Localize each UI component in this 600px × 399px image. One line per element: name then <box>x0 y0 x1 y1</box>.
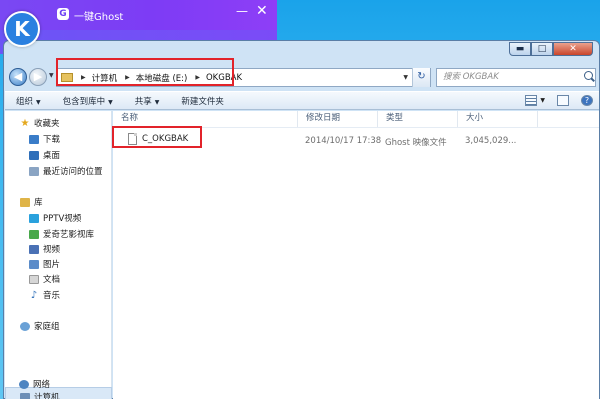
refresh-button[interactable]: ↻ <box>412 68 430 87</box>
column-header-size[interactable]: 大小 <box>458 111 538 127</box>
nav-item-pptv[interactable]: PPTV视频 <box>29 212 81 224</box>
organize-label: 组织 <box>16 96 34 107</box>
star-icon: ★ <box>20 117 30 129</box>
share-label: 共享 <box>134 96 152 107</box>
music-icon: ♪ <box>30 289 38 301</box>
nav-item-network[interactable]: 网络 <box>19 378 50 390</box>
nav-label-music: 音乐 <box>43 291 61 301</box>
search-input[interactable]: 搜索 OKGBAK <box>436 68 596 87</box>
maximize-button[interactable]: □ <box>531 42 553 56</box>
picture-icon <box>29 259 39 269</box>
nav-label-videos: 视频 <box>43 245 61 255</box>
ghost-minimize-button[interactable]: — <box>236 4 248 18</box>
explorer-window: ▬ □ ✕ ◀ ▶ ▼ ▶ 计算机 ▶ 本地磁盘 (E:) ▶ OKGBAK ▼… <box>3 40 600 399</box>
help-icon[interactable]: ? <box>581 95 593 106</box>
nav-item-downloads[interactable]: 下载 <box>29 133 60 145</box>
change-view-button[interactable]: ▼ <box>525 95 545 106</box>
minimize-button[interactable]: ▬ <box>509 42 531 56</box>
include-in-library-button[interactable]: 包含到库中 ▼ <box>52 95 124 107</box>
nav-item-desktop[interactable]: 桌面 <box>29 149 60 161</box>
nav-label-downloads: 下载 <box>43 135 61 145</box>
nav-item-libraries[interactable]: 库 <box>20 196 43 208</box>
nav-item-computer[interactable]: 计算机 <box>20 391 60 399</box>
chevron-down-icon: ▼ <box>154 98 160 106</box>
nav-label-iqiyi: 爱奇艺影视库 <box>43 230 95 240</box>
nav-label-documents: 文档 <box>43 275 61 285</box>
nav-item-favorites[interactable]: ★ 收藏夹 <box>20 117 60 129</box>
nav-label-homegroup: 家庭组 <box>34 322 60 332</box>
ghost-logo-icon: G <box>57 8 69 20</box>
ghost-close-button[interactable]: ✕ <box>256 3 268 19</box>
share-button[interactable]: 共享 ▼ <box>124 95 171 107</box>
nav-label-computer: 计算机 <box>34 393 60 399</box>
library-icon <box>20 197 30 207</box>
file-size: 3,045,029... <box>465 136 517 146</box>
column-header-modified[interactable]: 修改日期 <box>298 111 378 127</box>
nav-item-recent[interactable]: 最近访问的位置 <box>29 165 103 177</box>
recent-pages-dropdown-icon[interactable]: ▼ <box>49 72 54 79</box>
nav-label-recent: 最近访问的位置 <box>43 167 103 177</box>
nav-label-desktop: 桌面 <box>43 151 61 161</box>
toolbar-right-icons: ▼ ? <box>525 95 593 106</box>
nav-item-documents[interactable]: 文档 <box>29 273 60 285</box>
recent-places-icon <box>29 166 39 176</box>
video-icon <box>29 244 39 254</box>
file-list-pane: 名称 修改日期 类型 大小 C_OKGBAK 2014/10/17 17:38 … <box>113 111 599 399</box>
chevron-down-icon: ▼ <box>540 97 545 104</box>
nav-item-iqiyi[interactable]: 爱奇艺影视库 <box>29 228 94 240</box>
nav-label-pictures: 图片 <box>43 260 61 270</box>
nav-label-libraries: 库 <box>34 198 43 208</box>
nav-label-network: 网络 <box>33 380 51 390</box>
nav-item-pictures[interactable]: 图片 <box>29 258 60 270</box>
views-icon <box>525 95 538 106</box>
document-icon <box>29 274 39 284</box>
desktop-icon <box>29 150 39 160</box>
command-bar: 组织 ▼ 包含到库中 ▼ 共享 ▼ 新建文件夹 ▼ ? <box>5 91 599 110</box>
new-folder-button[interactable]: 新建文件夹 <box>170 95 235 107</box>
nav-item-homegroup[interactable]: 家庭组 <box>20 320 60 332</box>
preview-pane-icon[interactable] <box>557 95 569 106</box>
nav-item-videos[interactable]: 视频 <box>29 243 60 255</box>
download-icon <box>29 134 39 144</box>
forward-button[interactable]: ▶ <box>29 68 47 86</box>
nav-label-pptv: PPTV视频 <box>43 214 82 224</box>
back-button[interactable]: ◀ <box>9 68 27 86</box>
file-highlight-box <box>112 126 202 148</box>
chevron-down-icon: ▼ <box>108 98 113 106</box>
organize-button[interactable]: 组织 ▼ <box>5 95 52 107</box>
nav-label-favorites: 收藏夹 <box>34 119 60 129</box>
ghost-app-title: 一键Ghost <box>74 12 124 23</box>
search-icon[interactable] <box>584 71 593 80</box>
iqiyi-folder-icon <box>29 229 39 239</box>
file-type: Ghost 映像文件 <box>385 138 447 148</box>
include-in-library-label: 包含到库中 <box>62 96 106 107</box>
navigation-pane: ★ 收藏夹 下载 桌面 最近访问的位置 库 PPTV视频 爱奇艺影视库 视频 图… <box>5 111 112 399</box>
homegroup-icon <box>20 321 30 331</box>
address-highlight-box <box>56 58 234 86</box>
network-icon <box>19 379 29 389</box>
close-button[interactable]: ✕ <box>553 42 593 56</box>
chevron-down-icon: ▼ <box>36 98 41 106</box>
nav-item-music[interactable]: ♪ 音乐 <box>29 289 60 301</box>
column-header-type[interactable]: 类型 <box>378 111 458 127</box>
computer-icon <box>20 392 30 399</box>
pptv-folder-icon <box>29 213 39 223</box>
address-dropdown-icon[interactable]: ▼ <box>403 74 408 81</box>
window-caption-buttons: ▬ □ ✕ <box>509 42 593 56</box>
k-app-badge-icon[interactable]: K <box>4 11 40 47</box>
file-modified: 2014/10/17 17:38 <box>305 136 382 146</box>
column-header-name[interactable]: 名称 <box>113 111 298 127</box>
